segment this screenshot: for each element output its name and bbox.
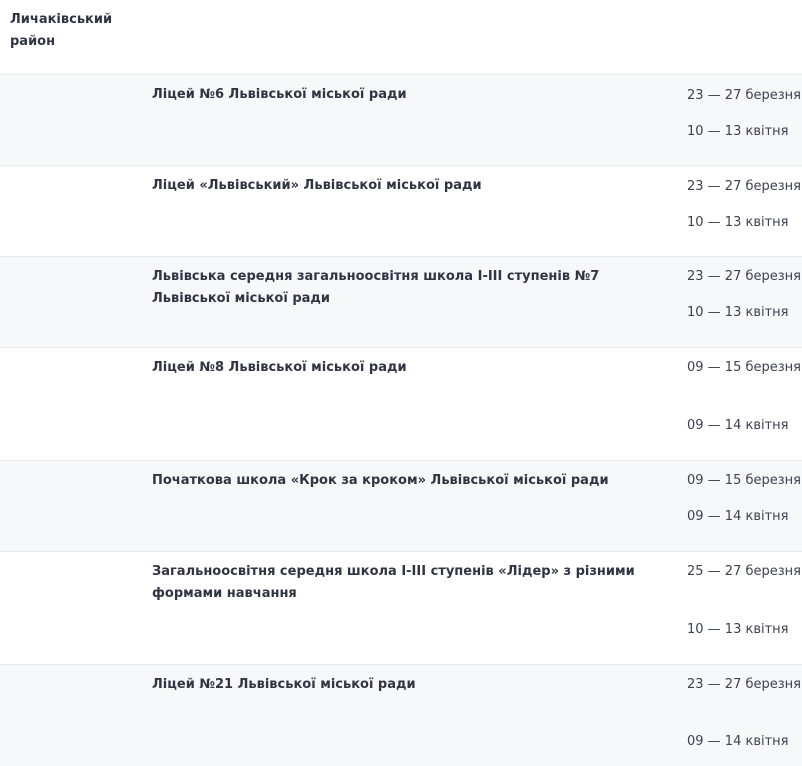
date-range-march: 25 — 27 березня (687, 564, 801, 579)
date-range-april: 09 — 14 квітня (687, 734, 789, 749)
school-name: Загальноосвітня середня школа І-ІІІ ступ… (152, 564, 635, 601)
date-range-march: 23 — 27 березня; (687, 269, 802, 284)
date-range-march: 09 — 15 березня (687, 473, 801, 488)
district-header-row: Личаківський район (0, 0, 802, 75)
schedule-table: Личаківський район Ліцей №6 Львівської м… (0, 0, 802, 766)
table-row: Ліцей «Львівський» Львівської міської ра… (0, 166, 802, 257)
date-range-april: 09 — 14 квітня (687, 418, 789, 433)
table-row: Львівська середня загальноосвітня школа … (0, 257, 802, 348)
date-range-april: 09 — 14 квітня (687, 509, 789, 524)
date-range-march: 09 — 15 березня (687, 360, 801, 375)
date-range-april: 10 — 13 квітня (687, 124, 789, 139)
date-range-april: 10 — 13 квітня (687, 622, 789, 637)
date-range-april: 10 — 13 квітня (687, 215, 789, 230)
school-name: Ліцей №21 Львівської міської ради (152, 677, 416, 692)
date-range-march: 23 — 27 березня; (687, 88, 802, 103)
table-row: Початкова школа «Крок за кроком» Львівсь… (0, 461, 802, 552)
date-range-march: 23 — 27 березня (687, 677, 801, 692)
school-name: Ліцей №6 Львівської міської ради (152, 87, 407, 102)
school-name: Ліцей №8 Львівської міської ради (152, 360, 407, 375)
table-row: Ліцей №8 Львівської міської ради 09 — 15… (0, 348, 802, 461)
school-name: Львівська середня загальноосвітня школа … (152, 269, 600, 306)
table-row: Ліцей №21 Львівської міської ради 23 — 2… (0, 665, 802, 766)
table-row: Ліцей №6 Львівської міської ради 23 — 27… (0, 75, 802, 166)
school-name: Ліцей «Львівський» Львівської міської ра… (152, 178, 482, 193)
date-range-april: 10 — 13 квітня (687, 305, 789, 320)
table-row: Загальноосвітня середня школа І-ІІІ ступ… (0, 552, 802, 665)
district-name: Личаківський район (10, 12, 113, 49)
school-name: Початкова школа «Крок за кроком» Львівсь… (152, 473, 609, 488)
date-range-march: 23 — 27 березня; (687, 179, 802, 194)
